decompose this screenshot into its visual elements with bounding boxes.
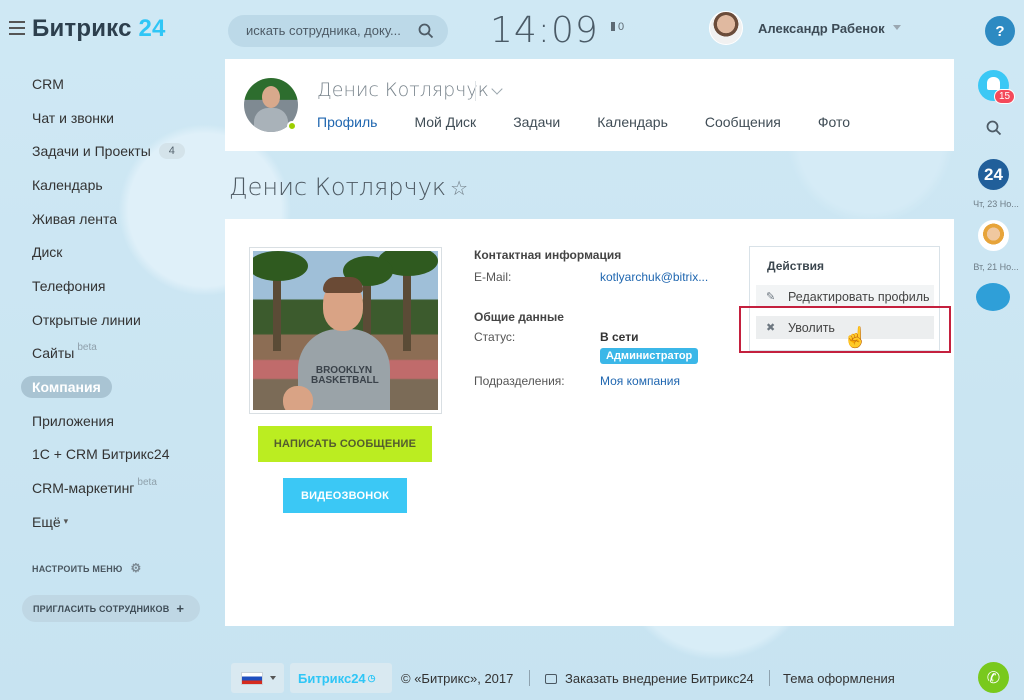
sidebar-item-calendar[interactable]: Календарь xyxy=(32,168,212,202)
tab-profile[interactable]: Профиль xyxy=(317,114,377,130)
video-call-button[interactable]: ВИДЕОЗВОНОК xyxy=(283,478,407,513)
divider xyxy=(769,670,770,686)
tab-calendar[interactable]: Календарь xyxy=(597,114,668,130)
help-button[interactable]: ? xyxy=(985,16,1015,46)
chat-date: Чт, 23 Но... xyxy=(973,199,1019,209)
tasks-count-badge: 4 xyxy=(158,143,185,160)
search-placeholder: искать сотрудника, доку... xyxy=(246,23,401,38)
sidebar-item-feed[interactable]: Живая лента xyxy=(32,202,212,236)
setup-menu-link[interactable]: НАСТРОИТЬ МЕНЮ ⚙ xyxy=(32,561,141,575)
search-icon[interactable] xyxy=(418,23,434,39)
sidebar-item-company[interactable]: Компания xyxy=(21,370,212,404)
chevron-down-icon xyxy=(270,676,276,680)
page-title: Денис Котлярчук ☆ xyxy=(229,173,469,201)
sidebar-item-telephony[interactable]: Телефония xyxy=(32,269,212,303)
bird-avatar-icon[interactable] xyxy=(976,283,1010,311)
actions-title: Действия xyxy=(767,259,825,273)
profile-header-name: Денис Котлярчук xyxy=(317,79,489,101)
clock[interactable]: 14:09 xyxy=(490,10,599,51)
profile-info: Контактная информация E-Mail: kotlyarchu… xyxy=(474,248,734,394)
search-input[interactable]: искать сотрудника, доку... xyxy=(228,15,448,47)
chevron-down-icon: ▾ xyxy=(63,516,69,527)
email-row: E-Mail: kotlyarchuk@bitrix... xyxy=(474,270,709,284)
sidebar-item-crm[interactable]: CRM xyxy=(32,67,212,101)
profile-main-card: BROOKLYN BASKETBALL НАПИСАТЬ СООБЩЕНИЕ В… xyxy=(225,219,954,626)
tab-photo[interactable]: Фото xyxy=(818,114,850,130)
tab-tasks[interactable]: Задачи xyxy=(513,114,560,130)
divider xyxy=(475,81,476,101)
search-icon[interactable] xyxy=(986,120,1002,136)
status-value: В сети xyxy=(600,330,639,344)
profile-photo[interactable]: BROOKLYN BASKETBALL xyxy=(249,247,442,414)
app-logo[interactable]: Битрикс 24 xyxy=(32,15,166,43)
sidebar-menu: CRM Чат и звонки Задачи и Проекты 4 Кален… xyxy=(21,67,212,539)
chat-date: Вт, 21 Но... xyxy=(973,262,1019,272)
chat-icon xyxy=(545,674,557,684)
email-link[interactable]: kotlyarchuk@bitrix... xyxy=(600,270,708,284)
sidebar-item-sites[interactable]: Сайты beta xyxy=(32,337,212,371)
profile-tabs: Профиль Мой Диск Задачи Календарь Сообще… xyxy=(317,114,887,130)
divider xyxy=(529,670,530,686)
sidebar-item-tasks[interactable]: Задачи и Проекты 4 xyxy=(32,134,212,168)
bitrix24-badge[interactable]: Битрикс24 ◷ xyxy=(290,663,392,693)
user-name[interactable]: Александр Рабенок xyxy=(758,21,885,36)
sidebar-item-apps[interactable]: Приложения xyxy=(32,404,212,438)
theme-link[interactable]: Тема оформления xyxy=(783,671,895,686)
right-rail: ? 15 24 Чт, 23 Но... Вт, 21 Но... ✆ xyxy=(968,0,1024,700)
chevron-down-icon[interactable] xyxy=(491,83,503,95)
user-avatar[interactable] xyxy=(709,11,743,45)
flag-counter[interactable]: 0 xyxy=(611,21,624,33)
language-selector[interactable] xyxy=(231,663,284,693)
contact-info-heading: Контактная информация xyxy=(474,248,622,262)
shirt-print: BROOKLYN BASKETBALL xyxy=(311,365,379,386)
profile-header-card: Денис Котлярчук Профиль Мой Диск Задачи … xyxy=(225,59,954,151)
sidebar-item-1c-crm[interactable]: 1С + CRM Битрикс24 xyxy=(32,438,212,472)
tab-my-disk[interactable]: Мой Диск xyxy=(414,114,476,130)
star-icon[interactable]: ☆ xyxy=(450,176,468,200)
bell-icon xyxy=(987,77,1000,90)
invite-employees-button[interactable]: ПРИГЛАСИТЬ СОТРУДНИКОВ + xyxy=(22,595,200,622)
sidebar-item-more[interactable]: Ещё ▾ xyxy=(32,505,212,539)
hand-cursor-icon: ☝ xyxy=(843,327,868,349)
role-row: Администратор xyxy=(474,348,734,370)
write-message-button[interactable]: НАПИСАТЬ СООБЩЕНИЕ xyxy=(258,426,432,462)
sidebar-item-open-lines[interactable]: Открытые линии xyxy=(32,303,212,337)
phone-icon[interactable]: ✆ xyxy=(978,662,1009,693)
sidebar-item-chat[interactable]: Чат и звонки xyxy=(32,101,212,135)
notifications-count: 15 xyxy=(994,89,1016,104)
bitrix24-chat-avatar[interactable]: 24 xyxy=(978,159,1009,190)
clock-icon: ◷ xyxy=(367,672,376,683)
department-link[interactable]: Моя компания xyxy=(600,374,680,388)
pencil-icon: ✎ xyxy=(766,291,776,303)
admin-badge: Администратор xyxy=(600,348,699,364)
status-row: Статус: В сети xyxy=(474,330,639,344)
contact-avatar[interactable] xyxy=(978,220,1009,251)
russia-flag-icon xyxy=(241,672,263,685)
chevron-down-icon[interactable] xyxy=(893,25,901,30)
gear-icon[interactable]: ⚙ xyxy=(130,561,141,575)
copyright: © «Битрикс», 2017 xyxy=(401,671,514,686)
general-info-heading: Общие данные xyxy=(474,310,564,324)
sidebar-item-disk[interactable]: Диск xyxy=(32,235,212,269)
online-status-dot xyxy=(287,121,297,131)
edit-profile-button[interactable]: ✎ Редактировать профиль xyxy=(756,285,934,308)
flag-icon xyxy=(611,22,615,31)
tab-messages[interactable]: Сообщения xyxy=(705,114,781,130)
order-implementation-link[interactable]: Заказать внедрение Битрикс24 xyxy=(545,671,754,686)
plus-icon: + xyxy=(176,601,185,616)
menu-burger-icon[interactable] xyxy=(9,21,25,35)
department-row: Подразделения: Моя компания xyxy=(474,374,680,388)
sidebar-item-crm-marketing[interactable]: CRM-маркетинг beta xyxy=(32,471,212,505)
